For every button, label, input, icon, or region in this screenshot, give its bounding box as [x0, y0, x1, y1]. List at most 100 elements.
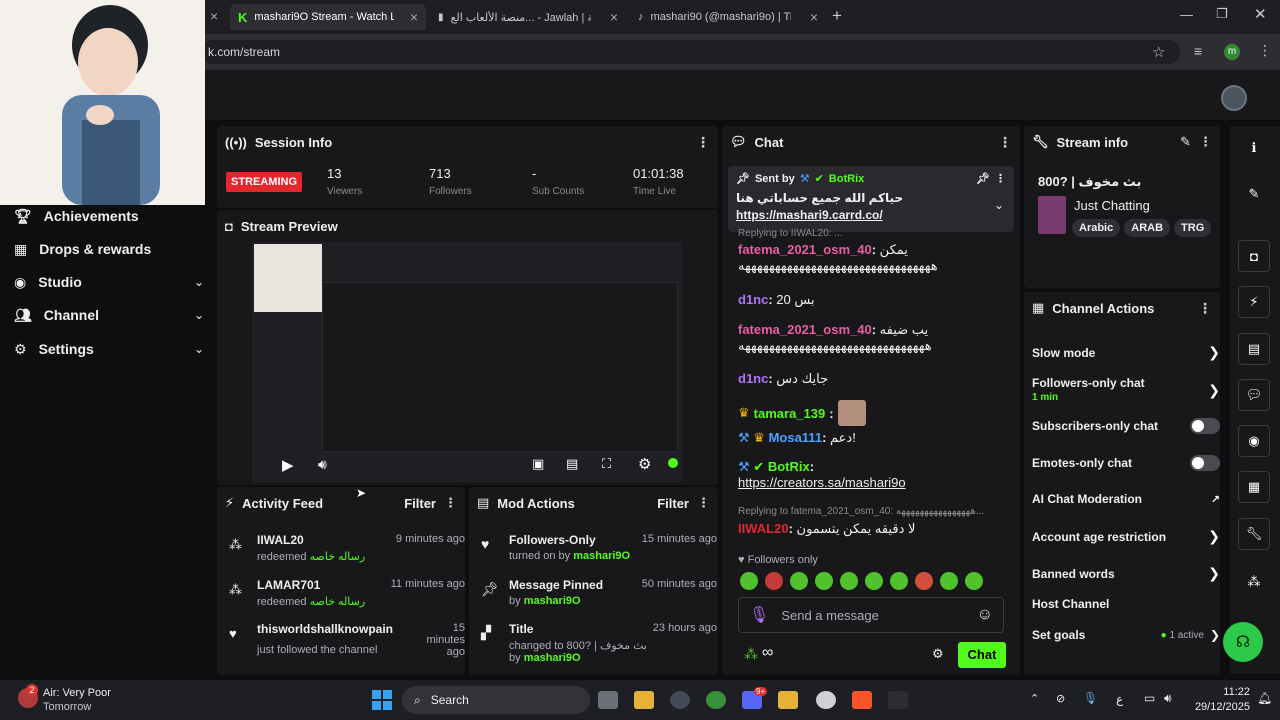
edit-pencil-icon[interactable]: ✎ [1180, 134, 1191, 150]
clock-date[interactable]: 29/12/2025 [1186, 701, 1250, 713]
app-icon[interactable] [888, 691, 908, 709]
tag[interactable]: TRG [1174, 219, 1212, 237]
emotes-only-item[interactable]: Emotes-only chat [1032, 455, 1220, 471]
chat-link[interactable]: https://creators.sa/mashari9o [738, 475, 906, 490]
settings-icon[interactable]: ⚙ [638, 455, 651, 473]
pinned-user[interactable]: BotRix [829, 173, 864, 185]
windows-start-icon[interactable] [372, 690, 392, 710]
chat-username[interactable]: IIWAL20 [738, 521, 789, 536]
chat-input[interactable]: 🎙︎ Send a message ☺ [738, 597, 1004, 633]
mic-icon[interactable]: 🎙︎ [749, 605, 769, 625]
tag[interactable]: ARAB [1124, 219, 1171, 237]
restore-icon[interactable]: ❐ [1216, 6, 1228, 22]
account-age-item[interactable]: Account age restriction ❯ [1032, 528, 1220, 545]
mod-action-user[interactable]: mashari9O [524, 652, 581, 664]
notification-icon[interactable]: 🔔︎ [1257, 691, 1272, 705]
sidebar-item-channel[interactable]: 👥︎ Channel ⌄ [14, 301, 204, 329]
chat-username[interactable]: Mosa111 [769, 430, 823, 445]
more-options-icon[interactable]: ⋮ [995, 172, 1006, 185]
obs-icon[interactable] [670, 691, 690, 709]
close-tab-icon[interactable]: × [610, 9, 618, 25]
slow-mode-item[interactable]: Slow mode ❯ [1032, 344, 1220, 361]
emote-icon[interactable] [765, 572, 783, 590]
chat-username[interactable]: BotRix [768, 459, 810, 474]
chat-username[interactable]: fatema_2021_osm_40 [738, 322, 872, 337]
sidebar-item-achievements[interactable]: 🏆︎ Achievements [14, 202, 204, 230]
brave-icon[interactable] [852, 691, 872, 709]
ai-moderation-item[interactable]: AI Chat Moderation ↗ [1032, 492, 1220, 506]
chat-username[interactable]: tamara_139 [754, 406, 826, 421]
network-icon[interactable]: ▭ [1144, 691, 1155, 705]
emote-icon[interactable] [790, 572, 808, 590]
edit-layout-icon[interactable]: ✎ [1238, 178, 1270, 210]
emote-icon[interactable] [965, 572, 983, 590]
subscribers-only-toggle[interactable] [1190, 418, 1220, 434]
host-channel-item[interactable]: Host Channel [1032, 597, 1220, 611]
chat-username[interactable]: d1nc [738, 292, 768, 307]
profile-avatar[interactable]: m [1224, 44, 1240, 60]
fullscreen-icon[interactable]: ⛶ [602, 456, 611, 472]
emote-icon[interactable] [840, 572, 858, 590]
file-explorer-icon[interactable] [634, 691, 654, 709]
tray-icon[interactable]: ⊘ [1056, 692, 1065, 705]
emote-icon[interactable] [890, 572, 908, 590]
close-tab-icon[interactable]: × [210, 8, 218, 24]
bookmark-star-icon[interactable]: ☆ [1152, 43, 1165, 61]
sidebar-item-studio[interactable]: ◉ Studio ⌄ [14, 268, 204, 296]
tab-jawlah[interactable]: ▮ منصة الألعاب الع... - Jawlah | جولة × [430, 4, 626, 30]
user-avatar[interactable] [1221, 85, 1247, 111]
minimize-icon[interactable]: — [1180, 7, 1193, 22]
chat-username[interactable]: fatema_2021_osm_40 [738, 242, 872, 257]
layout-tool-icon[interactable]: ▦ [1238, 471, 1270, 503]
emotes-only-toggle[interactable] [1190, 455, 1220, 471]
notes-icon[interactable] [778, 691, 798, 709]
stream-category[interactable]: Just Chatting [1074, 198, 1150, 213]
tab-tiktok[interactable]: ♪ mashari90 (@mashari9o) | TikTo × [630, 4, 826, 30]
pinned-link[interactable]: https://mashari9.carrd.co/ [736, 208, 1006, 222]
set-goals-item[interactable]: Set goals ● 1 active ❯ [1032, 628, 1220, 642]
clock-time[interactable]: 11:22 [1190, 686, 1250, 698]
support-headset-icon[interactable]: ☊ [1223, 622, 1263, 662]
chevron-down-icon[interactable]: ⌄ [994, 198, 1004, 212]
chevron-up-icon[interactable]: ⌃ [1030, 692, 1039, 705]
more-options-icon[interactable]: ⋮ [444, 495, 457, 511]
document-tool-icon[interactable]: ▤ [1238, 333, 1270, 365]
task-view-icon[interactable] [598, 691, 618, 709]
preview-tool-icon[interactable]: ◘ [1238, 240, 1270, 272]
chat-tool-icon[interactable]: 💬︎ [1238, 379, 1270, 411]
unpin-icon[interactable]: 📌︎ [976, 172, 990, 185]
more-options-icon[interactable]: ⋮ [696, 134, 710, 151]
broadcast-tool-icon[interactable]: ◉ [1238, 425, 1270, 457]
close-tab-icon[interactable]: × [810, 9, 818, 25]
points-icon[interactable]: ⁂ [744, 646, 758, 663]
more-options-icon[interactable]: ⋮ [697, 495, 710, 511]
more-options-icon[interactable]: ⋮ [1199, 134, 1212, 150]
emote-icon[interactable] [815, 572, 833, 590]
mod-action-user[interactable]: mashari9O [573, 550, 630, 562]
filter-button[interactable]: Filter [657, 496, 689, 511]
bolt-tool-icon[interactable]: ⚡︎ [1238, 286, 1270, 318]
chat-username[interactable]: d1nc [738, 371, 768, 386]
volume-icon[interactable]: 🔊︎ [318, 456, 327, 473]
subscribers-only-item[interactable]: Subscribers-only chat [1032, 418, 1220, 434]
chat-settings-icon[interactable]: ⚙ [932, 646, 944, 662]
settings-app-icon[interactable] [816, 691, 836, 709]
volume-tray-icon[interactable]: 🔊︎ [1164, 691, 1172, 706]
mic-tray-icon[interactable]: 🎙︎ [1083, 691, 1098, 705]
points-tool-icon[interactable]: ⁂ [1238, 566, 1270, 598]
emote-icon[interactable] [865, 572, 883, 590]
sidebar-item-drops-rewards[interactable]: ▦ Drops & rewards [14, 235, 204, 263]
close-window-icon[interactable]: ✕ [1254, 5, 1267, 23]
url-field[interactable]: k.com/stream [200, 40, 1180, 64]
play-icon[interactable]: ▶ [282, 456, 294, 474]
emote-icon[interactable] [915, 572, 933, 590]
browser-menu-icon[interactable]: ⋮ [1258, 42, 1272, 59]
filter-button[interactable]: Filter [404, 496, 436, 511]
language-indicator[interactable]: ع [1116, 692, 1123, 706]
media-control-icon[interactable]: ≡ [1194, 43, 1202, 59]
banned-words-item[interactable]: Banned words ❯ [1032, 565, 1220, 582]
tag[interactable]: Arabic [1072, 219, 1121, 237]
preview-video[interactable]: ▶ 🔊︎ ▣ ▤ ⛶ ⚙ [252, 242, 682, 482]
info-icon[interactable]: ℹ [1238, 132, 1270, 164]
more-options-icon[interactable]: ⋮ [998, 134, 1012, 151]
